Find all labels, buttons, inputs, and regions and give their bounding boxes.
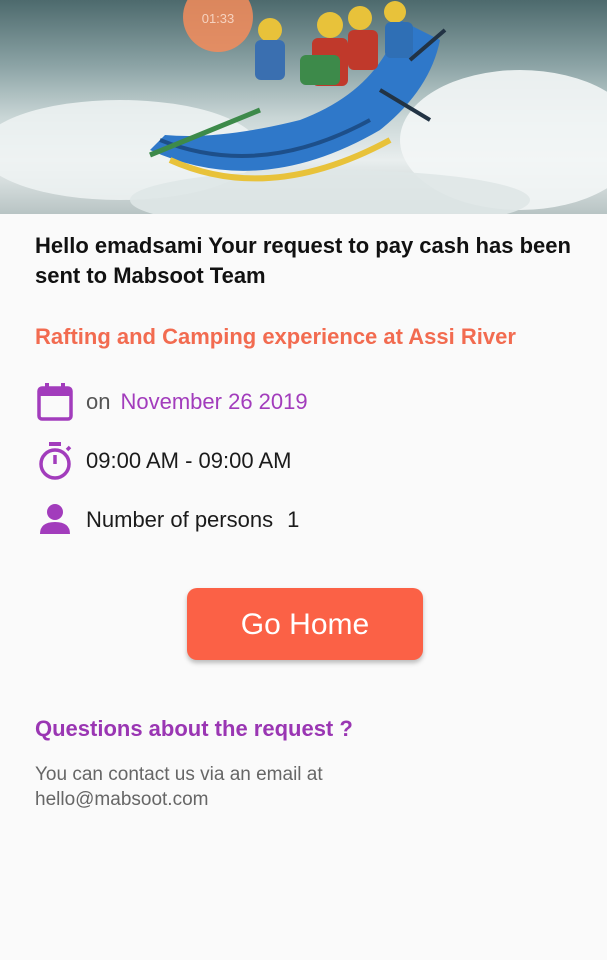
booking-time: 09:00 AM - 09:00 AM — [86, 448, 292, 473]
date-row: on November 26 2019 — [36, 382, 308, 422]
time-row: 09:00 AM - 09:00 AM — [36, 441, 291, 481]
hero-image: 01:33 — [0, 0, 607, 214]
persons-label: Number of persons — [86, 507, 274, 532]
person-icon — [36, 500, 76, 540]
stopwatch-icon — [36, 441, 76, 481]
calendar-icon — [36, 382, 76, 422]
rafting-illustration — [0, 1, 607, 214]
persons-count: 1 — [287, 507, 300, 532]
help-title: Questions about the request ? — [35, 716, 353, 741]
help-body: You can contact us via an email at hello… — [35, 764, 323, 810]
confirmation-headline: Hello emadsami Your request to pay cash … — [35, 233, 571, 288]
go-home-button[interactable]: Go Home — [187, 588, 423, 660]
persons-row: Number of persons 1 — [36, 500, 299, 540]
date-prefix: on — [86, 389, 111, 414]
booking-date: November 26 2019 — [120, 389, 308, 414]
experience-title: Rafting and Camping experience at Assi R… — [35, 324, 516, 349]
